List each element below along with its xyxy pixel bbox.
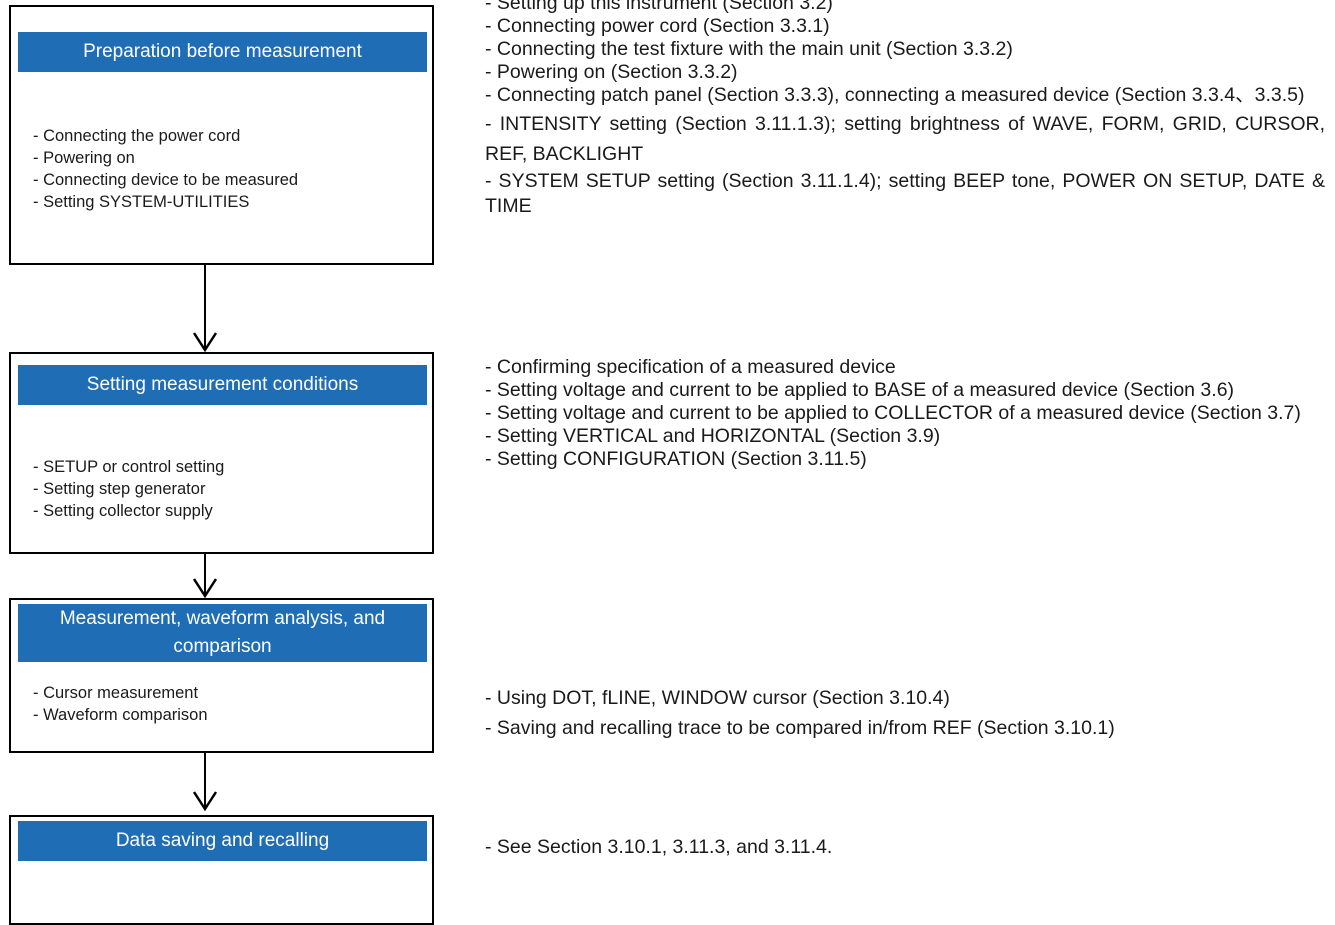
- note-item: - Setting VERTICAL and HORIZONTAL (Secti…: [485, 425, 941, 447]
- note-item: - Setting voltage and current to be appl…: [485, 379, 1235, 401]
- flow-arrow-1: [192, 265, 218, 353]
- note-item: - See Section 3.10.1, 3.11.3, and 3.11.4…: [485, 836, 833, 858]
- list-item: - SETUP or control setting: [33, 458, 225, 476]
- note-item: - INTENSITY setting (Section 3.11.1.3); …: [485, 113, 1325, 165]
- note-item: - Setting CONFIGURATION (Section 3.11.5): [485, 448, 867, 470]
- step-box-preparation: Preparation before measurement - Connect…: [9, 5, 434, 265]
- note-item: - Setting voltage and current to be appl…: [485, 402, 1301, 424]
- list-item: - Connecting device to be measured: [33, 171, 299, 189]
- step-title-measurement: Measurement, waveform analysis, and comp…: [18, 604, 427, 662]
- notes-measurement: - Using DOT, fLINE, WINDOW cursor (Secti…: [485, 683, 1325, 743]
- note-item: - Connecting patch panel (Section 3.3.3)…: [485, 84, 1305, 106]
- flow-arrow-2: [192, 554, 218, 599]
- list-item: - Setting collector supply: [33, 502, 213, 520]
- step-box-data-saving: Data saving and recalling: [9, 815, 434, 925]
- step-items-conditions: - SETUP or control setting - Setting ste…: [33, 456, 224, 522]
- list-item: - Powering on: [33, 149, 135, 167]
- note-item: - Confirming specification of a measured…: [485, 356, 896, 378]
- step-title-preparation: Preparation before measurement: [18, 32, 427, 72]
- note-item: - Saving and recalling trace to be compa…: [485, 717, 1115, 739]
- notes-conditions: - Confirming specification of a measured…: [485, 356, 1325, 471]
- step-items-preparation: - Connecting the power cord - Powering o…: [33, 125, 298, 213]
- note-item: - Using DOT, fLINE, WINDOW cursor (Secti…: [485, 687, 950, 709]
- note-item: - Setting up this instrument (Section 3.…: [485, 0, 833, 14]
- notes-data-saving: - See Section 3.10.1, 3.11.3, and 3.11.4…: [485, 836, 1325, 859]
- list-item: - Connecting the power cord: [33, 127, 241, 145]
- step-box-conditions: Setting measurement conditions - SETUP o…: [9, 352, 434, 554]
- list-item: - Waveform comparison: [33, 706, 208, 724]
- note-item: - Powering on (Section 3.3.2): [485, 61, 738, 83]
- list-item: - Setting step generator: [33, 480, 206, 498]
- list-item: - Setting SYSTEM-UTILITIES: [33, 193, 250, 211]
- note-item: - Connecting power cord (Section 3.3.1): [485, 15, 830, 37]
- step-title-data-saving: Data saving and recalling: [18, 821, 427, 861]
- list-item: - Cursor measurement: [33, 684, 199, 702]
- note-item: - SYSTEM SETUP setting (Section 3.11.1.4…: [485, 170, 1325, 217]
- step-items-measurement: - Cursor measurement - Waveform comparis…: [33, 682, 208, 726]
- step-title-conditions: Setting measurement conditions: [18, 365, 427, 405]
- note-item: - Connecting the test fixture with the m…: [485, 38, 1013, 60]
- notes-preparation: - Setting up this instrument (Section 3.…: [485, 0, 1325, 219]
- step-box-measurement: Measurement, waveform analysis, and comp…: [9, 598, 434, 753]
- flow-arrow-3: [192, 753, 218, 812]
